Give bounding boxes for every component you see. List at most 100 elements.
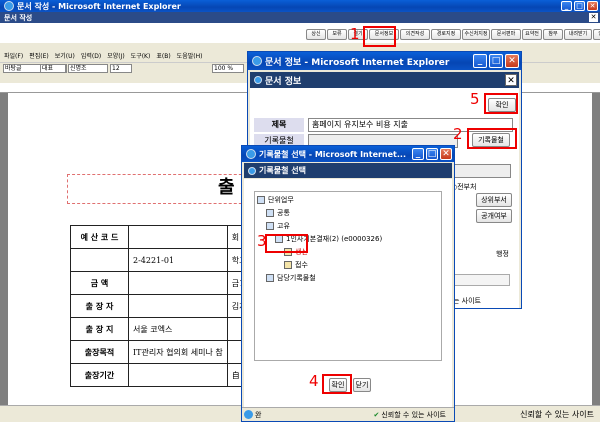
- record-select-header-text: 기록물철 선택: [259, 166, 306, 175]
- annotation-number-1: 1: [350, 25, 360, 43]
- font-select[interactable]: 신명조: [68, 64, 108, 73]
- maximize-icon[interactable]: □: [426, 148, 438, 160]
- toolbar-button[interactable]: 인쇄: [593, 29, 600, 40]
- tree-node-label: 공통: [277, 209, 290, 217]
- sub-close-icon[interactable]: ✕: [589, 13, 598, 22]
- row-cell: [128, 294, 228, 318]
- menu-item[interactable]: 도움말(H): [177, 51, 203, 62]
- zoom-select[interactable]: 100 %: [212, 64, 244, 73]
- row-label: 출 장 지: [70, 317, 129, 341]
- subject-label: 제목: [254, 118, 304, 132]
- tree-node[interactable]: 고유: [257, 220, 439, 232]
- row-label: 예 산 코 드: [70, 225, 129, 249]
- row-label: 금 액: [70, 271, 129, 295]
- record-select-title-bar: 기록물철 선택 - Microsoft Internet... _ □ ✕: [242, 146, 454, 162]
- close-icon[interactable]: ✕: [587, 1, 598, 11]
- menu-item[interactable]: 표(B): [156, 51, 170, 62]
- row-label: [70, 248, 129, 272]
- doc-icon: [254, 76, 262, 84]
- close-icon[interactable]: ✕: [505, 74, 517, 86]
- tree-node-label: 담당기록물철: [277, 274, 316, 282]
- tree-node-label: 접수: [295, 261, 308, 269]
- row-cell: 서울 코엑스: [128, 317, 228, 341]
- main-title-bar: 문서 작성 - Microsoft Internet Explorer _ □ …: [0, 0, 600, 12]
- size-select[interactable]: 12: [110, 64, 132, 73]
- row-label: 출장기간: [70, 363, 129, 387]
- main-window-title: 문서 작성 - Microsoft Internet Explorer: [17, 1, 181, 11]
- minimize-icon[interactable]: _: [561, 1, 572, 11]
- menu-item[interactable]: 도구(K): [131, 51, 151, 62]
- annotation-number-3: 3: [257, 232, 267, 250]
- unit-input[interactable]: [451, 164, 511, 178]
- toolbar-button[interactable]: 상신: [306, 29, 326, 40]
- dept-button[interactable]: 상위부서: [476, 193, 512, 207]
- toolbar-button[interactable]: 수신처지정: [462, 29, 490, 40]
- maximize-icon[interactable]: □: [489, 54, 503, 68]
- menu-item[interactable]: 모양(J): [107, 51, 125, 62]
- doc-title: 출: [218, 177, 235, 198]
- annotation-box-2: [467, 128, 517, 149]
- record-status-zone: 신뢰할 수 있는 사이트: [381, 410, 446, 419]
- record-status-bar: 완 ✔ 신뢰할 수 있는 사이트: [242, 407, 454, 421]
- row-label: 출 장 자: [70, 294, 129, 318]
- unit-fragment: 행정: [496, 250, 509, 258]
- doc-icon: [248, 166, 256, 175]
- menu-item[interactable]: 편집(E): [29, 51, 49, 62]
- record-select-header: 기록물철 선택: [244, 163, 452, 178]
- record-select-title: 기록물철 선택 - Microsoft Internet...: [259, 149, 406, 159]
- tree-node[interactable]: 단위업무: [257, 194, 439, 206]
- folder-icon: [266, 274, 274, 282]
- toolbar-button[interactable]: 보류: [327, 29, 347, 40]
- annotation-box-4: [322, 374, 352, 394]
- annotation-box-5: [484, 93, 518, 114]
- folder-icon: [284, 261, 292, 269]
- record-tree: 단위업무 공통 고유 1인사기본결재(2) (e0000326) 생산 접수 담당기록물철: [254, 191, 442, 361]
- doc-info-title-bar: 문서 정보 - Microsoft Internet Explorer _ □ …: [248, 52, 521, 70]
- separator: [0, 43, 600, 51]
- lang-select[interactable]: 대표: [40, 64, 66, 73]
- tree-node[interactable]: 담당기록물철: [257, 272, 439, 284]
- tree-node[interactable]: 공통: [257, 207, 439, 219]
- folder-icon: [266, 222, 274, 230]
- row-cell: [128, 271, 228, 295]
- trusted-icon: ✔: [373, 410, 380, 419]
- toolbar-button[interactable]: 경로지정: [431, 29, 461, 40]
- annotation-box-1: [363, 26, 396, 47]
- row-cell: 2-4221-01: [128, 248, 228, 272]
- doc-info-header: 문서 정보 ✕: [250, 72, 519, 88]
- toolbar-button[interactable]: 문서편마: [491, 29, 521, 40]
- doc-info-header-text: 문서 정보: [265, 76, 302, 87]
- folder-icon: [257, 196, 265, 204]
- doc-info-field[interactable]: [448, 274, 510, 286]
- menu-item[interactable]: 파일(F): [4, 51, 23, 62]
- toolbar-button[interactable]: 의견작성: [400, 29, 430, 40]
- folder-icon: [266, 209, 274, 217]
- toolbar-button[interactable]: 내려받기: [564, 29, 592, 40]
- minimize-icon[interactable]: _: [412, 148, 424, 160]
- tree-node-label: 고유: [277, 222, 290, 230]
- public-button[interactable]: 공개여부: [476, 209, 512, 223]
- maximize-icon[interactable]: □: [574, 1, 585, 11]
- menu-item[interactable]: 입력(D): [81, 51, 101, 62]
- annotation-number-5: 5: [470, 90, 480, 108]
- toolbar-button[interactable]: 요약전: [522, 29, 542, 40]
- annotation-number-4: 4: [309, 372, 319, 390]
- record-status-text: 완: [255, 410, 262, 419]
- tree-node-label: 단위업무: [268, 196, 294, 204]
- main-status-zone: 신뢰할 수 있는 사이트: [520, 409, 594, 419]
- toolbar-button[interactable]: 참부: [543, 29, 563, 40]
- tree-node[interactable]: 접수: [257, 259, 439, 271]
- close-icon[interactable]: ✕: [505, 54, 519, 68]
- main-subtitle-bar: 문서 작성 ✕: [0, 12, 600, 23]
- row-cell: [128, 225, 228, 249]
- ie-icon: [246, 149, 256, 159]
- close-icon[interactable]: ✕: [440, 148, 452, 160]
- menu-item[interactable]: 보기(U): [55, 51, 75, 62]
- annotation-number-2: 2: [453, 125, 463, 143]
- ie-icon: [252, 56, 262, 66]
- ie-icon: [244, 410, 253, 419]
- row-label: 출장목적: [70, 340, 129, 364]
- record-close-button[interactable]: 닫기: [353, 378, 371, 392]
- minimize-icon[interactable]: _: [473, 54, 487, 68]
- behind-status-text: 는 사이트: [453, 297, 481, 305]
